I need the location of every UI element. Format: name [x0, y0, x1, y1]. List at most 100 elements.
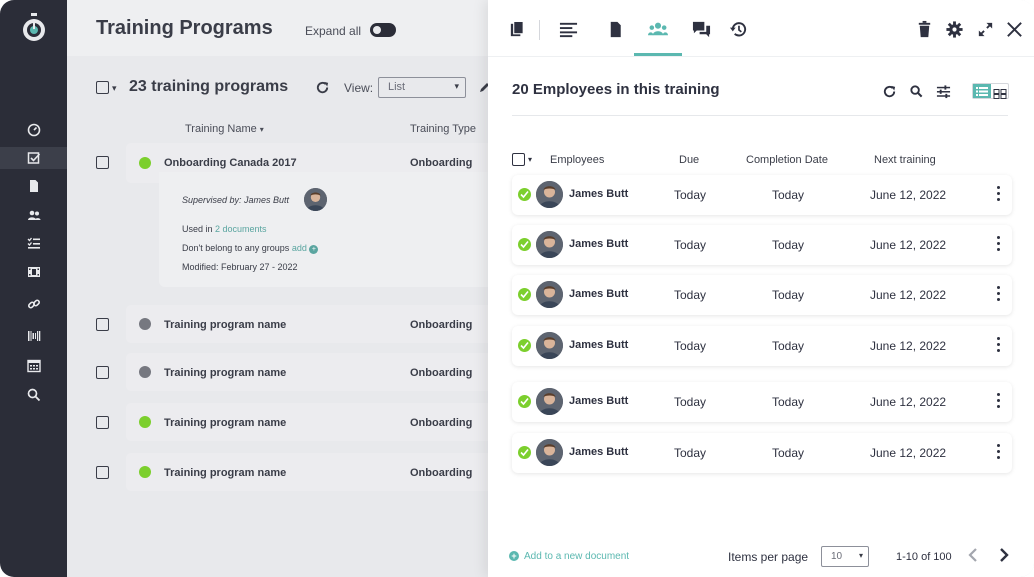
tab-comments[interactable]	[691, 19, 711, 39]
next-training-date: June 12, 2022	[870, 288, 947, 302]
search-icon[interactable]	[909, 84, 924, 99]
program-name: Training program name	[164, 367, 287, 379]
chevron-down-icon: ▾	[454, 81, 459, 91]
stopwatch-logo-icon[interactable]	[21, 13, 47, 43]
avatar	[536, 439, 563, 466]
close-button[interactable]	[1004, 19, 1024, 39]
tab-copy[interactable]	[507, 19, 527, 39]
filter-sliders-icon[interactable]	[936, 84, 951, 99]
documents-link[interactable]: 2 documents	[215, 224, 267, 234]
nav-calendar[interactable]	[0, 355, 67, 377]
close-icon	[1006, 21, 1022, 37]
more-options-icon[interactable]	[997, 444, 1001, 462]
employee-name[interactable]: James Butt	[569, 446, 628, 458]
refresh-icon[interactable]	[315, 80, 330, 95]
table-row[interactable]: James Butt Today Today June 12, 2022	[512, 225, 1012, 265]
due-date: Today	[674, 395, 707, 409]
row-checkbox[interactable]	[96, 366, 109, 379]
row-checkbox[interactable]	[96, 466, 109, 479]
chevron-left-icon[interactable]	[967, 547, 979, 563]
items-per-page-select[interactable]: 10 ▾	[821, 546, 869, 567]
table-row[interactable]: James Butt Today Today June 12, 2022	[512, 433, 1012, 473]
row-checkbox[interactable]	[96, 156, 109, 169]
employee-name[interactable]: James Butt	[569, 238, 628, 250]
calendar-grid-icon	[26, 359, 41, 373]
history-icon	[729, 21, 746, 36]
trash-icon	[918, 20, 930, 37]
copy-icon	[510, 20, 524, 36]
nav-documents[interactable]	[0, 175, 67, 197]
nav-checklist[interactable]	[0, 232, 67, 254]
col-training-type[interactable]: Training Type	[410, 123, 476, 135]
tab-documents[interactable]	[605, 19, 625, 39]
checklist-icon	[27, 237, 40, 249]
tab-history[interactable]	[728, 19, 748, 39]
chevron-down-icon[interactable]: ▾	[112, 83, 117, 94]
checkbox-icon	[27, 152, 40, 164]
row-checkbox[interactable]	[96, 318, 109, 331]
more-options-icon[interactable]	[997, 337, 1001, 355]
drawer-divider	[488, 56, 1034, 57]
col-due[interactable]: Due	[679, 154, 699, 166]
settings-button[interactable]	[944, 19, 964, 39]
tab-details[interactable]	[558, 19, 578, 39]
left-nav	[0, 0, 67, 577]
chevron-down-icon[interactable]: ▾	[528, 155, 532, 164]
table-row[interactable]: James Butt Today Today June 12, 2022	[512, 382, 1012, 422]
nav-links[interactable]	[0, 293, 67, 315]
add-circle-icon[interactable]: +	[309, 245, 319, 254]
program-type: Onboarding	[410, 157, 473, 169]
due-date: Today	[674, 339, 707, 353]
expand-all-toggle[interactable]	[370, 23, 396, 37]
more-options-icon[interactable]	[997, 236, 1001, 254]
tab-employees[interactable]	[647, 19, 669, 39]
col-employees[interactable]: Employees	[550, 154, 604, 166]
add-to-document-link[interactable]: + Add to a new document	[509, 551, 629, 562]
check-circle-icon	[518, 395, 531, 408]
nav-users[interactable]	[0, 204, 67, 226]
employee-name[interactable]: James Butt	[569, 188, 628, 200]
row-checkbox[interactable]	[96, 416, 109, 429]
select-all-checkbox[interactable]	[96, 81, 109, 94]
due-date: Today	[674, 288, 707, 302]
completion-date: Today	[772, 188, 805, 202]
page-title: Training Programs	[96, 17, 273, 39]
app-frame: Training Programs Expand all ▾ 23 traini…	[0, 0, 1034, 577]
status-dot	[139, 416, 151, 428]
nav-search[interactable]	[0, 384, 67, 406]
table-row[interactable]: James Butt Today Today June 12, 2022	[512, 275, 1012, 315]
table-row[interactable]: James Butt Today Today June 12, 2022	[512, 175, 1012, 215]
more-options-icon[interactable]	[997, 286, 1001, 304]
nav-barcode[interactable]	[0, 325, 67, 347]
chevron-right-icon[interactable]	[998, 547, 1010, 563]
select-all-checkbox[interactable]	[512, 153, 525, 166]
employee-name[interactable]: James Butt	[569, 339, 628, 351]
col-next-training[interactable]: Next training	[874, 154, 936, 166]
nav-media[interactable]	[0, 261, 67, 283]
nav-trainings[interactable]	[0, 147, 67, 169]
more-options-icon[interactable]	[997, 186, 1001, 204]
view-select[interactable]: List ▾	[378, 77, 466, 98]
list-view-icon[interactable]	[973, 84, 991, 98]
avatar	[536, 281, 563, 308]
grid-view-icon[interactable]	[993, 86, 1007, 99]
employee-name[interactable]: James Butt	[569, 288, 628, 300]
delete-button[interactable]	[914, 19, 934, 39]
more-options-icon[interactable]	[997, 393, 1001, 411]
used-in-text: Used in 2 documents	[182, 224, 267, 234]
employee-name[interactable]: James Butt	[569, 395, 628, 407]
list-grid-toggle[interactable]	[972, 83, 1009, 99]
col-completion-date[interactable]: Completion Date	[746, 154, 828, 166]
nav-dashboard[interactable]	[0, 119, 67, 141]
expand-all-label: Expand all	[305, 24, 362, 38]
expand-button[interactable]	[975, 19, 995, 39]
title-divider	[512, 115, 1008, 116]
program-type: Onboarding	[410, 467, 473, 479]
refresh-icon[interactable]	[882, 84, 897, 99]
program-name: Training program name	[164, 467, 287, 479]
add-group-link[interactable]: add	[292, 243, 307, 253]
plus-circle-icon: +	[509, 551, 519, 561]
col-training-name[interactable]: Training Name ▾	[185, 123, 264, 135]
table-row[interactable]: James Butt Today Today June 12, 2022	[512, 326, 1012, 366]
link-icon	[27, 299, 40, 309]
